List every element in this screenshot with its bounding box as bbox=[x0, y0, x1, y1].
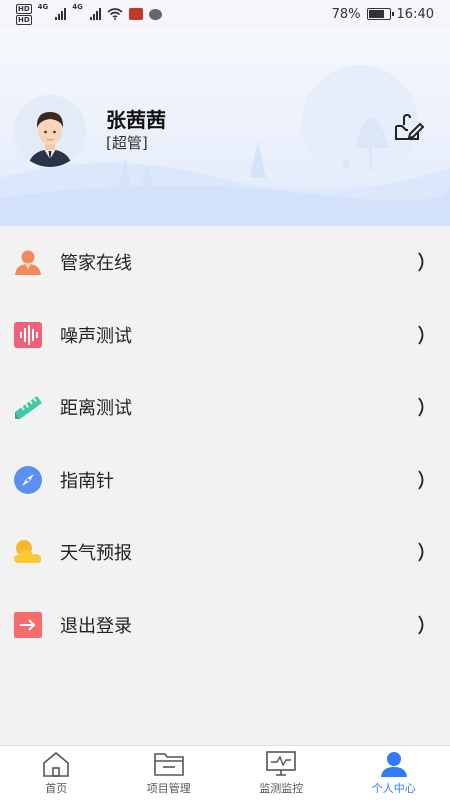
menu-item-label: 距离测试 bbox=[60, 398, 132, 420]
settings-menu: 管家在线 噪声测试 距离测试 指南针 天气预报 退出登录 bbox=[0, 226, 450, 661]
weather-icon bbox=[13, 537, 43, 567]
chevron-right-icon bbox=[416, 397, 428, 417]
chevron-right-icon bbox=[416, 252, 428, 272]
menu-item-housekeeper-online[interactable]: 管家在线 bbox=[0, 226, 450, 299]
clock: 16:40 bbox=[396, 6, 434, 22]
nav-item-personal-center[interactable]: 个人中心 bbox=[338, 746, 450, 800]
sim1-hd: HD bbox=[16, 3, 32, 14]
app-notification-icon bbox=[128, 8, 143, 20]
ruler-icon bbox=[13, 392, 43, 422]
battery-icon bbox=[366, 8, 394, 20]
bottom-nav: 首页 项目管理 监测监控 个人中心 bbox=[0, 745, 450, 800]
menu-item-distance-test[interactable]: 距离测试 bbox=[0, 371, 450, 444]
compass-icon bbox=[13, 465, 43, 495]
chevron-right-icon bbox=[416, 542, 428, 562]
user-icon bbox=[379, 750, 409, 778]
signal-icon-2 bbox=[89, 8, 101, 20]
menu-item-logout[interactable]: 退出登录 bbox=[0, 589, 450, 662]
menu-item-compass[interactable]: 指南针 bbox=[0, 444, 450, 517]
chevron-right-icon bbox=[416, 470, 428, 490]
nav-label: 首页 bbox=[45, 782, 68, 795]
nav-label: 个人中心 bbox=[371, 782, 416, 795]
menu-item-label: 管家在线 bbox=[60, 253, 132, 275]
chevron-right-icon bbox=[416, 325, 428, 345]
logout-icon bbox=[13, 610, 43, 640]
folder-icon bbox=[153, 750, 184, 778]
status-left: HD HD 4G 4G bbox=[16, 3, 162, 25]
sim2-hd: HD bbox=[16, 14, 32, 25]
profile-header: 张茜茜 [超管] bbox=[0, 28, 450, 226]
menu-item-label: 指南针 bbox=[60, 470, 114, 492]
network-type-2: 4G bbox=[72, 3, 83, 11]
network-type-1: 4G bbox=[37, 3, 49, 11]
menu-item-label: 噪声测试 bbox=[60, 325, 132, 347]
menu-item-label: 退出登录 bbox=[60, 615, 132, 637]
status-right: 78% 16:40 bbox=[332, 7, 434, 22]
nav-label: 监测监控 bbox=[259, 782, 304, 795]
nav-item-home[interactable]: 首页 bbox=[0, 746, 113, 800]
edit-icon bbox=[395, 113, 424, 140]
status-bar: HD HD 4G 4G 78% 16:40 bbox=[0, 0, 450, 28]
user-role: [超管] bbox=[106, 134, 148, 152]
menu-item-label: 天气预报 bbox=[60, 543, 132, 565]
hd-indicator: HD HD bbox=[16, 3, 32, 25]
edit-profile-button[interactable] bbox=[388, 108, 428, 148]
menu-item-weather[interactable]: 天气预报 bbox=[0, 516, 450, 589]
home-icon bbox=[41, 750, 71, 778]
chevron-right-icon bbox=[416, 615, 428, 635]
nav-item-project-management[interactable]: 项目管理 bbox=[113, 746, 226, 800]
avatar-portrait-icon bbox=[14, 95, 86, 167]
user-name: 张茜茜 bbox=[106, 108, 166, 132]
monitor-icon bbox=[266, 750, 297, 778]
nav-item-monitoring[interactable]: 监测监控 bbox=[225, 746, 338, 800]
signal-icon bbox=[55, 8, 67, 20]
menu-item-noise-test[interactable]: 噪声测试 bbox=[0, 299, 450, 372]
message-notification-icon bbox=[148, 8, 162, 20]
nav-label: 项目管理 bbox=[146, 782, 191, 795]
person-icon bbox=[13, 247, 43, 277]
wifi-icon bbox=[107, 8, 123, 20]
sound-wave-icon bbox=[13, 320, 43, 350]
battery-percent: 78% bbox=[331, 6, 361, 22]
avatar[interactable] bbox=[14, 95, 86, 167]
